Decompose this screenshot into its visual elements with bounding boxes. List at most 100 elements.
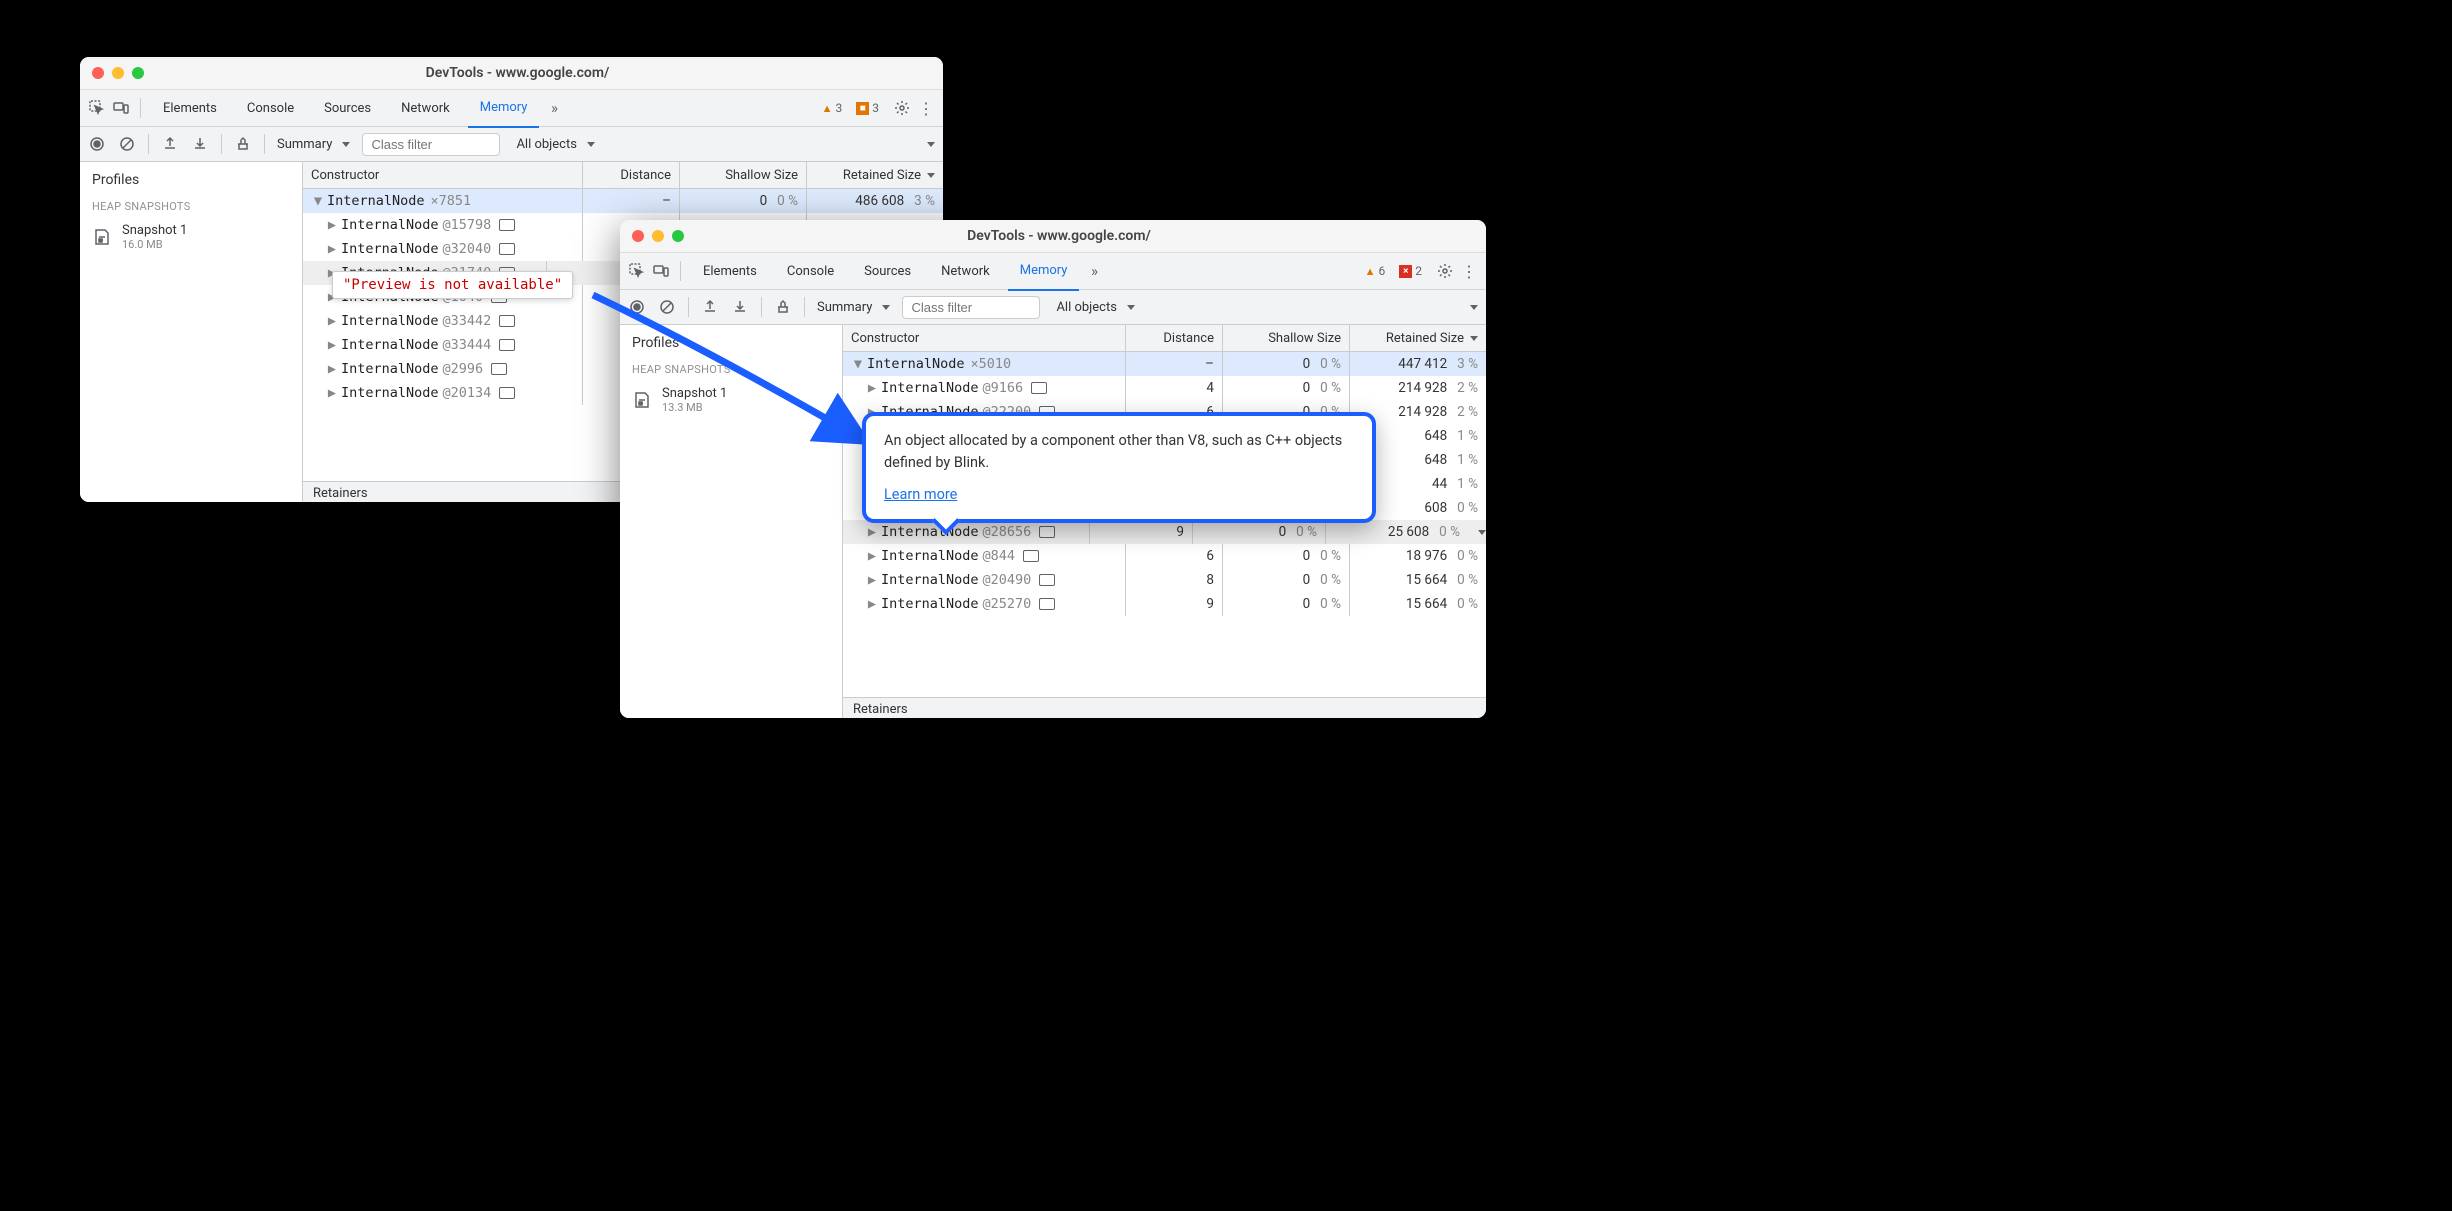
col-shallow[interactable]: Shallow Size <box>1223 325 1350 351</box>
record-icon[interactable] <box>88 135 106 153</box>
scope-selector[interactable]: All objects <box>516 137 595 152</box>
element-icon <box>1039 574 1055 586</box>
tabbar: Elements Console Sources Network Memory … <box>620 253 1486 290</box>
col-constructor[interactable]: Constructor <box>303 162 583 188</box>
constructor-row[interactable]: ▼InternalNode×5010–00 %447 4123 % <box>843 352 1486 376</box>
learn-more-link[interactable]: Learn more <box>884 484 957 506</box>
device-icon[interactable] <box>652 262 670 280</box>
object-row[interactable]: ▶InternalNode@25270900 %15 6640 % <box>843 592 1486 616</box>
sidebar: Profiles HEAP SNAPSHOTS Snapshot 116.0 M… <box>80 162 303 502</box>
scope-selector[interactable]: All objects <box>1056 300 1135 315</box>
close-icon[interactable] <box>632 230 644 242</box>
expand-icon[interactable]: ▶ <box>865 572 879 588</box>
col-retained[interactable]: Retained Size <box>1350 325 1486 351</box>
maximize-icon[interactable] <box>132 67 144 79</box>
kebab-icon[interactable]: ⋮ <box>917 99 935 117</box>
constructor-row[interactable]: ▼InternalNode×7851–00 %486 6083 % <box>303 189 943 213</box>
element-icon <box>1023 550 1039 562</box>
clear-icon[interactable] <box>118 135 136 153</box>
gear-icon[interactable] <box>893 99 911 117</box>
object-row[interactable]: ▶InternalNode@844600 %18 9760 % <box>843 544 1486 568</box>
minimize-icon[interactable] <box>652 230 664 242</box>
object-row[interactable]: ▶InternalNode@9166400 %214 9282 % <box>843 376 1486 400</box>
inspect-icon[interactable] <box>628 262 646 280</box>
device-icon[interactable] <box>112 99 130 117</box>
tab-sources[interactable]: Sources <box>852 253 923 289</box>
col-constructor[interactable]: Constructor <box>843 325 1126 351</box>
profiles-heading: Profiles <box>80 172 302 188</box>
element-icon <box>499 315 515 327</box>
tab-elements[interactable]: Elements <box>691 253 769 289</box>
tab-console[interactable]: Console <box>235 90 306 126</box>
col-retained[interactable]: Retained Size <box>807 162 943 188</box>
kebab-icon[interactable]: ⋮ <box>1460 262 1478 280</box>
object-row[interactable]: ▶InternalNode@20490800 %15 6640 % <box>843 568 1486 592</box>
expand-icon[interactable]: ▶ <box>325 385 339 401</box>
divider <box>680 261 681 281</box>
upload-icon[interactable] <box>161 135 179 153</box>
expand-icon[interactable]: ▶ <box>325 217 339 233</box>
tab-elements[interactable]: Elements <box>151 90 229 126</box>
error-badge[interactable]: ×2 <box>1399 264 1422 278</box>
tab-sources[interactable]: Sources <box>312 90 383 126</box>
col-distance[interactable]: Distance <box>1126 325 1223 351</box>
class-filter-input[interactable] <box>902 296 1040 319</box>
element-icon <box>1031 382 1047 394</box>
retainers-panel[interactable]: Retainers <box>843 697 1486 718</box>
chevron-down-icon[interactable] <box>927 142 935 147</box>
element-icon <box>1039 598 1055 610</box>
expand-icon[interactable]: ▶ <box>325 337 339 353</box>
divider <box>140 98 141 118</box>
maximize-icon[interactable] <box>672 230 684 242</box>
more-tabs-icon[interactable]: » <box>545 99 563 117</box>
inspect-icon[interactable] <box>88 99 106 117</box>
snapshot-icon <box>92 227 112 247</box>
element-icon <box>499 387 515 399</box>
main-panel: Constructor Distance Shallow Size Retain… <box>843 325 1486 718</box>
view-selector[interactable]: Summary <box>277 137 350 152</box>
col-shallow[interactable]: Shallow Size <box>680 162 807 188</box>
collect-garbage-icon[interactable] <box>234 135 252 153</box>
annotation-arrow <box>588 290 872 448</box>
more-tabs-icon[interactable]: » <box>1085 262 1103 280</box>
tab-network[interactable]: Network <box>929 253 1002 289</box>
traffic-lights <box>632 230 684 242</box>
element-icon <box>499 339 515 351</box>
minimize-icon[interactable] <box>112 67 124 79</box>
window-title: DevTools - www.google.com/ <box>704 228 1414 244</box>
titlebar: DevTools - www.google.com/ <box>620 220 1486 253</box>
sort-icon <box>1470 336 1478 341</box>
chevron-down-icon[interactable] <box>1470 305 1478 310</box>
expand-icon[interactable]: ▼ <box>311 193 325 209</box>
grid-header: Constructor Distance Shallow Size Retain… <box>843 325 1486 352</box>
divider <box>264 134 265 154</box>
preview-tooltip: "Preview is not available" <box>332 271 573 299</box>
snapshot-item[interactable]: Snapshot 116.0 MB <box>80 219 302 255</box>
expand-icon[interactable]: ▶ <box>325 361 339 377</box>
heap-snapshots-heading: HEAP SNAPSHOTS <box>80 200 302 213</box>
gear-icon[interactable] <box>1436 262 1454 280</box>
col-distance[interactable]: Distance <box>583 162 680 188</box>
memory-toolbar: Summary All objects <box>80 127 943 162</box>
popover-text: An object allocated by a component other… <box>884 430 1354 474</box>
expand-icon[interactable]: ▶ <box>325 313 339 329</box>
tab-network[interactable]: Network <box>389 90 462 126</box>
warning-badge[interactable]: ▲6 <box>1365 264 1386 278</box>
tab-console[interactable]: Console <box>775 253 846 289</box>
sort-icon <box>927 173 935 178</box>
info-popover: An object allocated by a component other… <box>862 412 1376 523</box>
class-filter-input[interactable] <box>362 133 500 156</box>
expand-icon[interactable]: ▶ <box>865 596 879 612</box>
warning-badge[interactable]: ▲3 <box>822 101 843 115</box>
expand-icon[interactable]: ▶ <box>865 524 879 540</box>
download-icon[interactable] <box>191 135 209 153</box>
tab-memory[interactable]: Memory <box>1008 253 1080 291</box>
expand-icon[interactable]: ▶ <box>865 548 879 564</box>
tab-memory[interactable]: Memory <box>468 90 540 128</box>
titlebar: DevTools - www.google.com/ <box>80 57 943 90</box>
close-icon[interactable] <box>92 67 104 79</box>
grid-header: Constructor Distance Shallow Size Retain… <box>303 162 943 189</box>
issue-badge[interactable]: ■3 <box>856 101 879 115</box>
expand-icon[interactable]: ▶ <box>325 241 339 257</box>
element-icon <box>499 219 515 231</box>
